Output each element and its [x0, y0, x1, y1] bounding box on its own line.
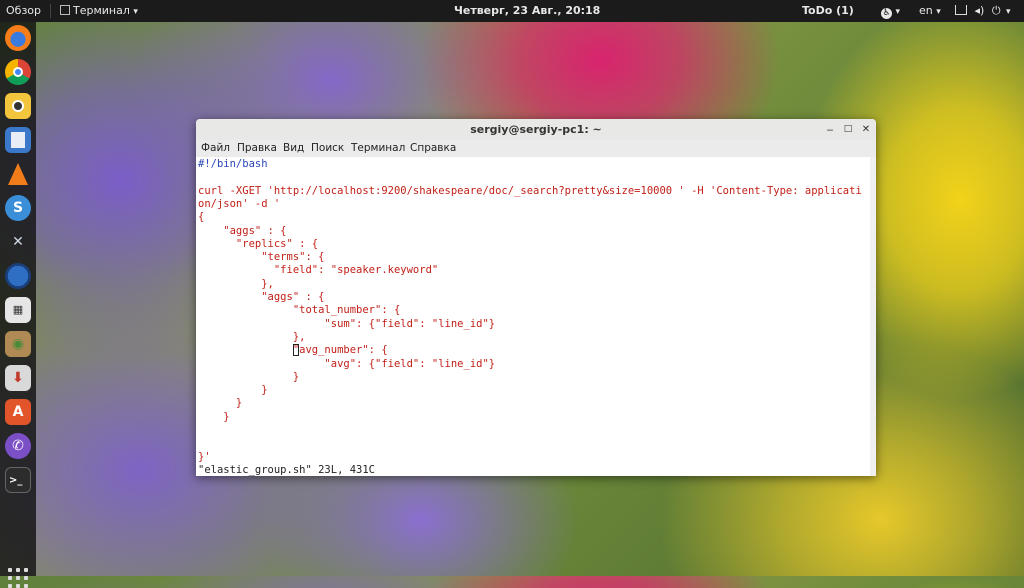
terminal-line: "total_number": {: [198, 304, 401, 317]
chevron-down-icon: ▾: [1006, 7, 1011, 17]
language-label: en: [919, 4, 933, 17]
close-button[interactable]: ✕: [858, 122, 874, 137]
todo-indicator[interactable]: ToDo (1): [802, 0, 854, 22]
terminal-icon[interactable]: >_: [5, 467, 31, 493]
terminal-line: }: [198, 397, 243, 410]
menu-terminal[interactable]: Терминал: [351, 140, 405, 157]
network-icon: [955, 5, 967, 15]
maximize-button[interactable]: □: [840, 122, 856, 137]
chrome-icon[interactable]: [5, 59, 31, 85]
volume-icon: ◂): [974, 4, 985, 17]
minimize-button[interactable]: ‒: [822, 122, 838, 137]
terminal-line: "terms": {: [198, 251, 325, 264]
chevron-down-icon: ▾: [895, 7, 901, 17]
menu-help[interactable]: Справка: [410, 140, 456, 157]
app-menu-label: Терминал: [73, 4, 130, 17]
window-title: sergiy@sergiy-pc1: ~: [470, 123, 602, 136]
terminal-line: "field": "speaker.keyword": [198, 264, 439, 277]
terminal-small-icon: [60, 5, 70, 15]
terminal-content[interactable]: #!/bin/bash curl -XGET 'http://localhost:…: [196, 157, 876, 476]
chevron-down-icon: ▾: [133, 7, 138, 17]
terminal-line: }: [198, 410, 230, 423]
terminal-line: "aggs" : {: [198, 224, 287, 237]
terminal-line: "replics" : {: [198, 237, 319, 250]
terminal-line: on/json' -d ': [198, 197, 281, 210]
terminal-line: "avg": {"field": "line_id"}: [198, 357, 496, 370]
menu-edit[interactable]: Правка: [237, 140, 277, 157]
file-manager-icon[interactable]: ◉: [5, 331, 31, 357]
terminal-line: #!/bin/bash: [198, 158, 268, 170]
viber-icon[interactable]: ✆: [5, 433, 31, 459]
title-bar[interactable]: sergiy@sergiy-pc1: ~ ‒ □ ✕: [196, 119, 876, 141]
terminal-line: }: [198, 370, 300, 383]
terminal-line: "sum": {"field": "line_id"}: [198, 317, 496, 330]
accessibility-menu[interactable]: ♿ ▾: [881, 0, 900, 22]
terminal-line: curl -XGET 'http://localhost:9200/shakes…: [198, 184, 862, 197]
software-center-icon[interactable]: A: [5, 399, 31, 425]
activities-button[interactable]: Обзор: [6, 0, 41, 22]
tools-icon[interactable]: ✕: [5, 229, 31, 255]
menu-bar: Файл Правка Вид Поиск Терминал Справка: [196, 140, 876, 157]
files-icon[interactable]: [5, 127, 31, 153]
menu-search[interactable]: Поиск: [311, 140, 344, 157]
app-menu-button[interactable]: Терминал ▾: [60, 0, 138, 22]
top-bar-divider: [50, 4, 51, 18]
language-menu[interactable]: en ▾: [919, 0, 941, 22]
power-icon: ⏻: [991, 4, 1001, 17]
firefox-icon[interactable]: [5, 25, 31, 51]
terminal-line: }: [198, 384, 268, 397]
install-icon[interactable]: ⬇: [5, 365, 31, 391]
terminal-line: },: [198, 330, 306, 343]
text-cursor: [292, 344, 299, 357]
top-bar: Обзор Терминал ▾ Четверг, 23 Авг., 20:18…: [0, 0, 1024, 22]
rhythmbox-icon[interactable]: [5, 93, 31, 119]
vim-status-line: "elastic_group.sh" 23L, 431C: [198, 463, 376, 476]
dock: S ✕ ▦ ◉ ⬇ A ✆ >_: [0, 22, 36, 588]
vlc-icon[interactable]: [5, 161, 31, 187]
terminal-line: }': [198, 450, 211, 463]
calculator-icon[interactable]: ▦: [5, 297, 31, 323]
scrollbar[interactable]: [870, 157, 876, 476]
menu-file[interactable]: Файл: [201, 140, 230, 157]
menu-view[interactable]: Вид: [283, 140, 304, 157]
terminal-line: {: [198, 211, 205, 224]
clock[interactable]: Четверг, 23 Авг., 20:18: [454, 0, 600, 22]
terminal-line: },: [198, 277, 274, 290]
system-menu[interactable]: ◂) ⏻ ▾: [955, 0, 1011, 22]
simplenote-icon[interactable]: S: [5, 195, 31, 221]
terminal-line: "aggs" : {: [198, 291, 325, 303]
accessibility-icon: ♿: [881, 8, 892, 19]
thunderbird-icon[interactable]: [5, 263, 31, 289]
chevron-down-icon: ▾: [936, 7, 941, 17]
terminal-window: sergiy@sergiy-pc1: ~ ‒ □ ✕ Файл Правка В…: [196, 119, 876, 476]
show-applications-icon[interactable]: [8, 568, 28, 588]
